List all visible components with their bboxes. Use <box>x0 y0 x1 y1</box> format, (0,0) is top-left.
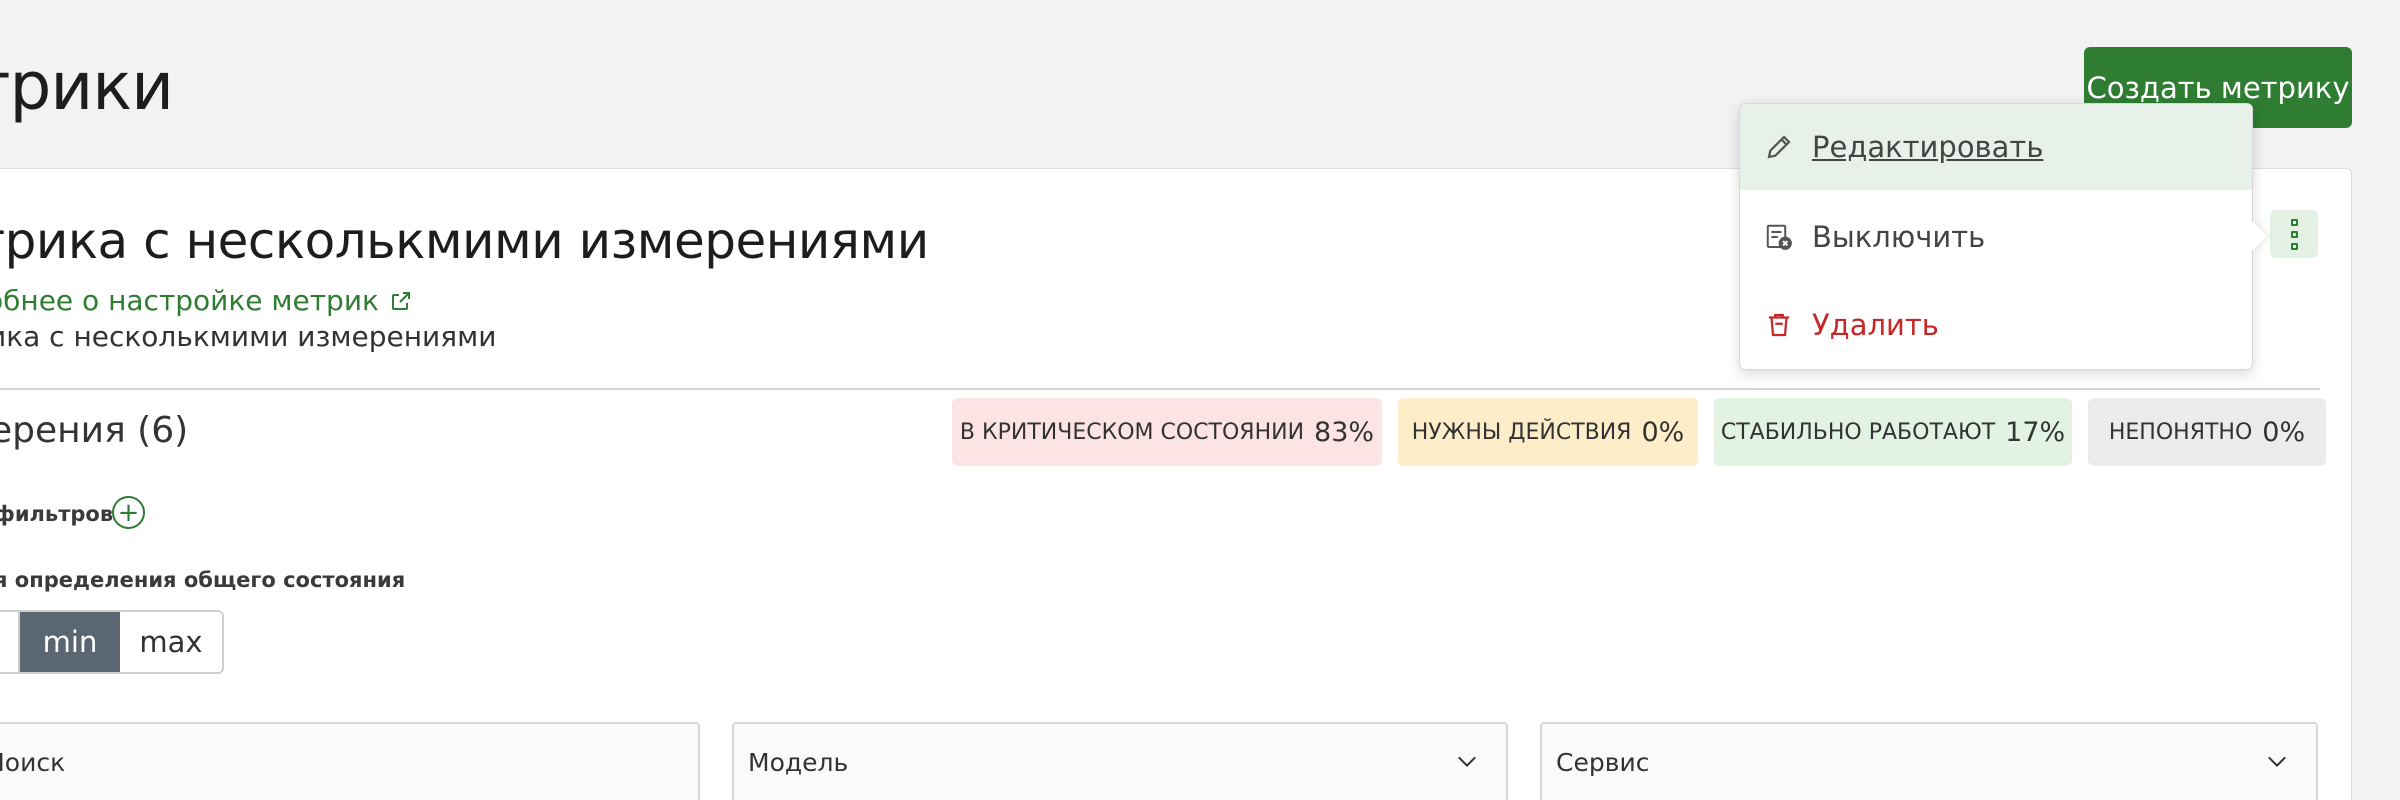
status-badge-label: СТАБИЛЬНО РАБОТАЮТ <box>1720 419 1996 445</box>
menu-item-label: Удалить <box>1812 308 1939 342</box>
mode-option-min[interactable]: min <box>20 612 120 672</box>
status-badge-unknown[interactable]: НЕПОНЯТНО 0% <box>2088 398 2326 466</box>
aggregation-mode-selector: min max <box>0 610 224 674</box>
model-select-label: Модель <box>748 748 849 777</box>
add-filter-icon[interactable]: + <box>112 496 145 529</box>
pencil-icon <box>1767 135 1791 159</box>
filters-label: фильтров <box>0 502 114 526</box>
service-select-label: Сервис <box>1556 748 1650 777</box>
section-divider <box>0 388 2320 390</box>
mode-option-max[interactable]: max <box>120 612 222 672</box>
status-badge-value: 0% <box>1641 416 1685 448</box>
page-title: трики <box>0 48 174 125</box>
status-badge-value: 17% <box>2005 416 2066 448</box>
chevron-down-icon <box>2268 756 2286 768</box>
search-input-label: Поиск <box>0 748 66 777</box>
status-badge-label: В КРИТИЧЕСКОМ СОСТОЯНИИ <box>959 419 1305 445</box>
status-badge-stable[interactable]: СТАБИЛЬНО РАБОТАЮТ 17% <box>1714 398 2072 466</box>
menu-item-disable[interactable]: Выключить <box>1740 194 2252 280</box>
status-badge-value: 83% <box>1314 416 1375 448</box>
model-select[interactable]: Модель <box>732 722 1508 800</box>
more-actions-button[interactable] <box>2270 210 2318 258</box>
mode-option-first[interactable] <box>0 612 20 672</box>
metric-description: ика с несколькмими измерениями <box>0 320 497 353</box>
actions-menu: Редактировать Выключить Удалить <box>1739 103 2253 370</box>
disable-icon <box>1766 224 1792 250</box>
status-badge-label: НУЖНЫ ДЕЙСТВИЯ <box>1411 419 1632 445</box>
kebab-dot-icon <box>2290 230 2298 238</box>
kebab-dot-icon <box>2290 218 2298 226</box>
status-badge-action-needed[interactable]: НУЖНЫ ДЕЙСТВИЯ 0% <box>1398 398 1698 466</box>
menu-item-delete[interactable]: Удалить <box>1740 282 2252 368</box>
status-badge-value: 0% <box>2262 416 2306 448</box>
search-input[interactable]: Поиск <box>0 722 700 800</box>
aggregation-mode-label: я определения общего состояния <box>0 568 406 592</box>
trash-icon <box>1769 313 1789 337</box>
metric-title: трика с несколькмими измерениями <box>0 212 929 270</box>
chevron-down-icon <box>1458 756 1476 768</box>
menu-item-label: Выключить <box>1812 220 1986 254</box>
dimensions-title: ерения (6) <box>0 410 189 451</box>
docs-link-label: обнее о настройке метрик <box>0 284 379 317</box>
status-badge-critical[interactable]: В КРИТИЧЕСКОМ СОСТОЯНИИ 83% <box>952 398 1382 466</box>
status-badge-label: НЕПОНЯТНО <box>2108 419 2253 445</box>
service-select[interactable]: Сервис <box>1540 722 2318 800</box>
docs-link[interactable]: обнее о настройке метрик <box>0 284 413 317</box>
menu-item-edit[interactable]: Редактировать <box>1740 104 2252 190</box>
menu-item-label: Редактировать <box>1812 130 2044 164</box>
external-link-icon <box>391 291 410 310</box>
kebab-dot-icon <box>2290 242 2298 250</box>
